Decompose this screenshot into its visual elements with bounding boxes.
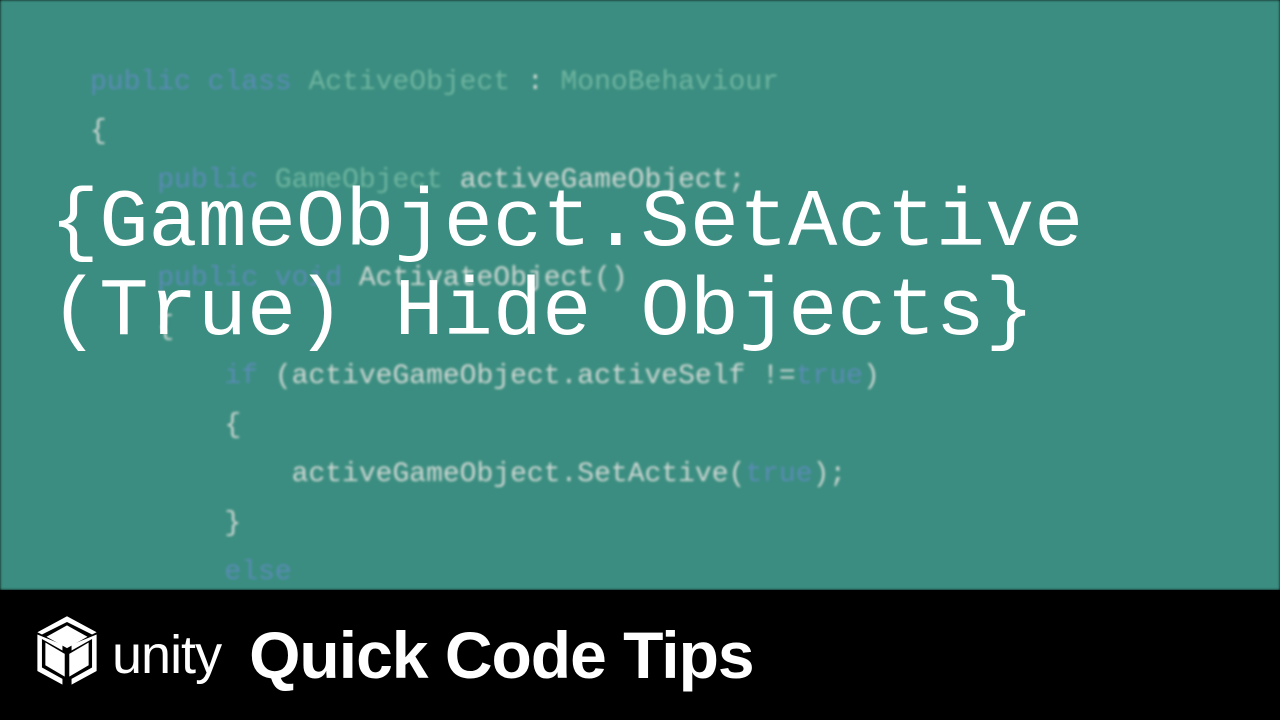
paren-open: ( (729, 459, 746, 490)
paren-close-semi: ); (813, 459, 847, 490)
call-setactive: SetActive (577, 459, 728, 490)
paren-close: ) (863, 361, 880, 392)
ident-activeself: activeSelf (577, 361, 745, 392)
footer-title: Quick Code Tips (249, 617, 754, 693)
brace-open: { (90, 116, 107, 147)
kw-public: public (90, 67, 191, 98)
title-line-2: (True) Hide Objects} (50, 266, 1034, 359)
kw-if: if (224, 361, 258, 392)
dot: . (560, 361, 577, 392)
neq: != (745, 361, 795, 392)
kw-true: true (796, 361, 863, 392)
brace-open: { (224, 410, 241, 441)
type-monobehaviour: MonoBehaviour (544, 67, 779, 98)
unity-logo: unity (30, 614, 221, 696)
unity-cube-icon (30, 614, 104, 696)
title-line-1: {GameObject.SetActive (50, 177, 1083, 270)
unity-wordmark: unity (112, 624, 221, 686)
type-activeobject: ActiveObject (292, 67, 510, 98)
dot: . (560, 459, 577, 490)
paren-open: ( (258, 361, 292, 392)
colon: : (510, 67, 544, 98)
kw-class: class (191, 67, 292, 98)
ident: activeGameObject (292, 361, 561, 392)
brace-close: } (224, 508, 241, 539)
thumbnail-title: {GameObject.SetActive (True) Hide Object… (50, 180, 1230, 357)
kw-true: true (745, 459, 812, 490)
kw-else: else (224, 557, 291, 588)
footer-bar: unity Quick Code Tips (0, 590, 1280, 720)
ident: activeGameObject (292, 459, 561, 490)
